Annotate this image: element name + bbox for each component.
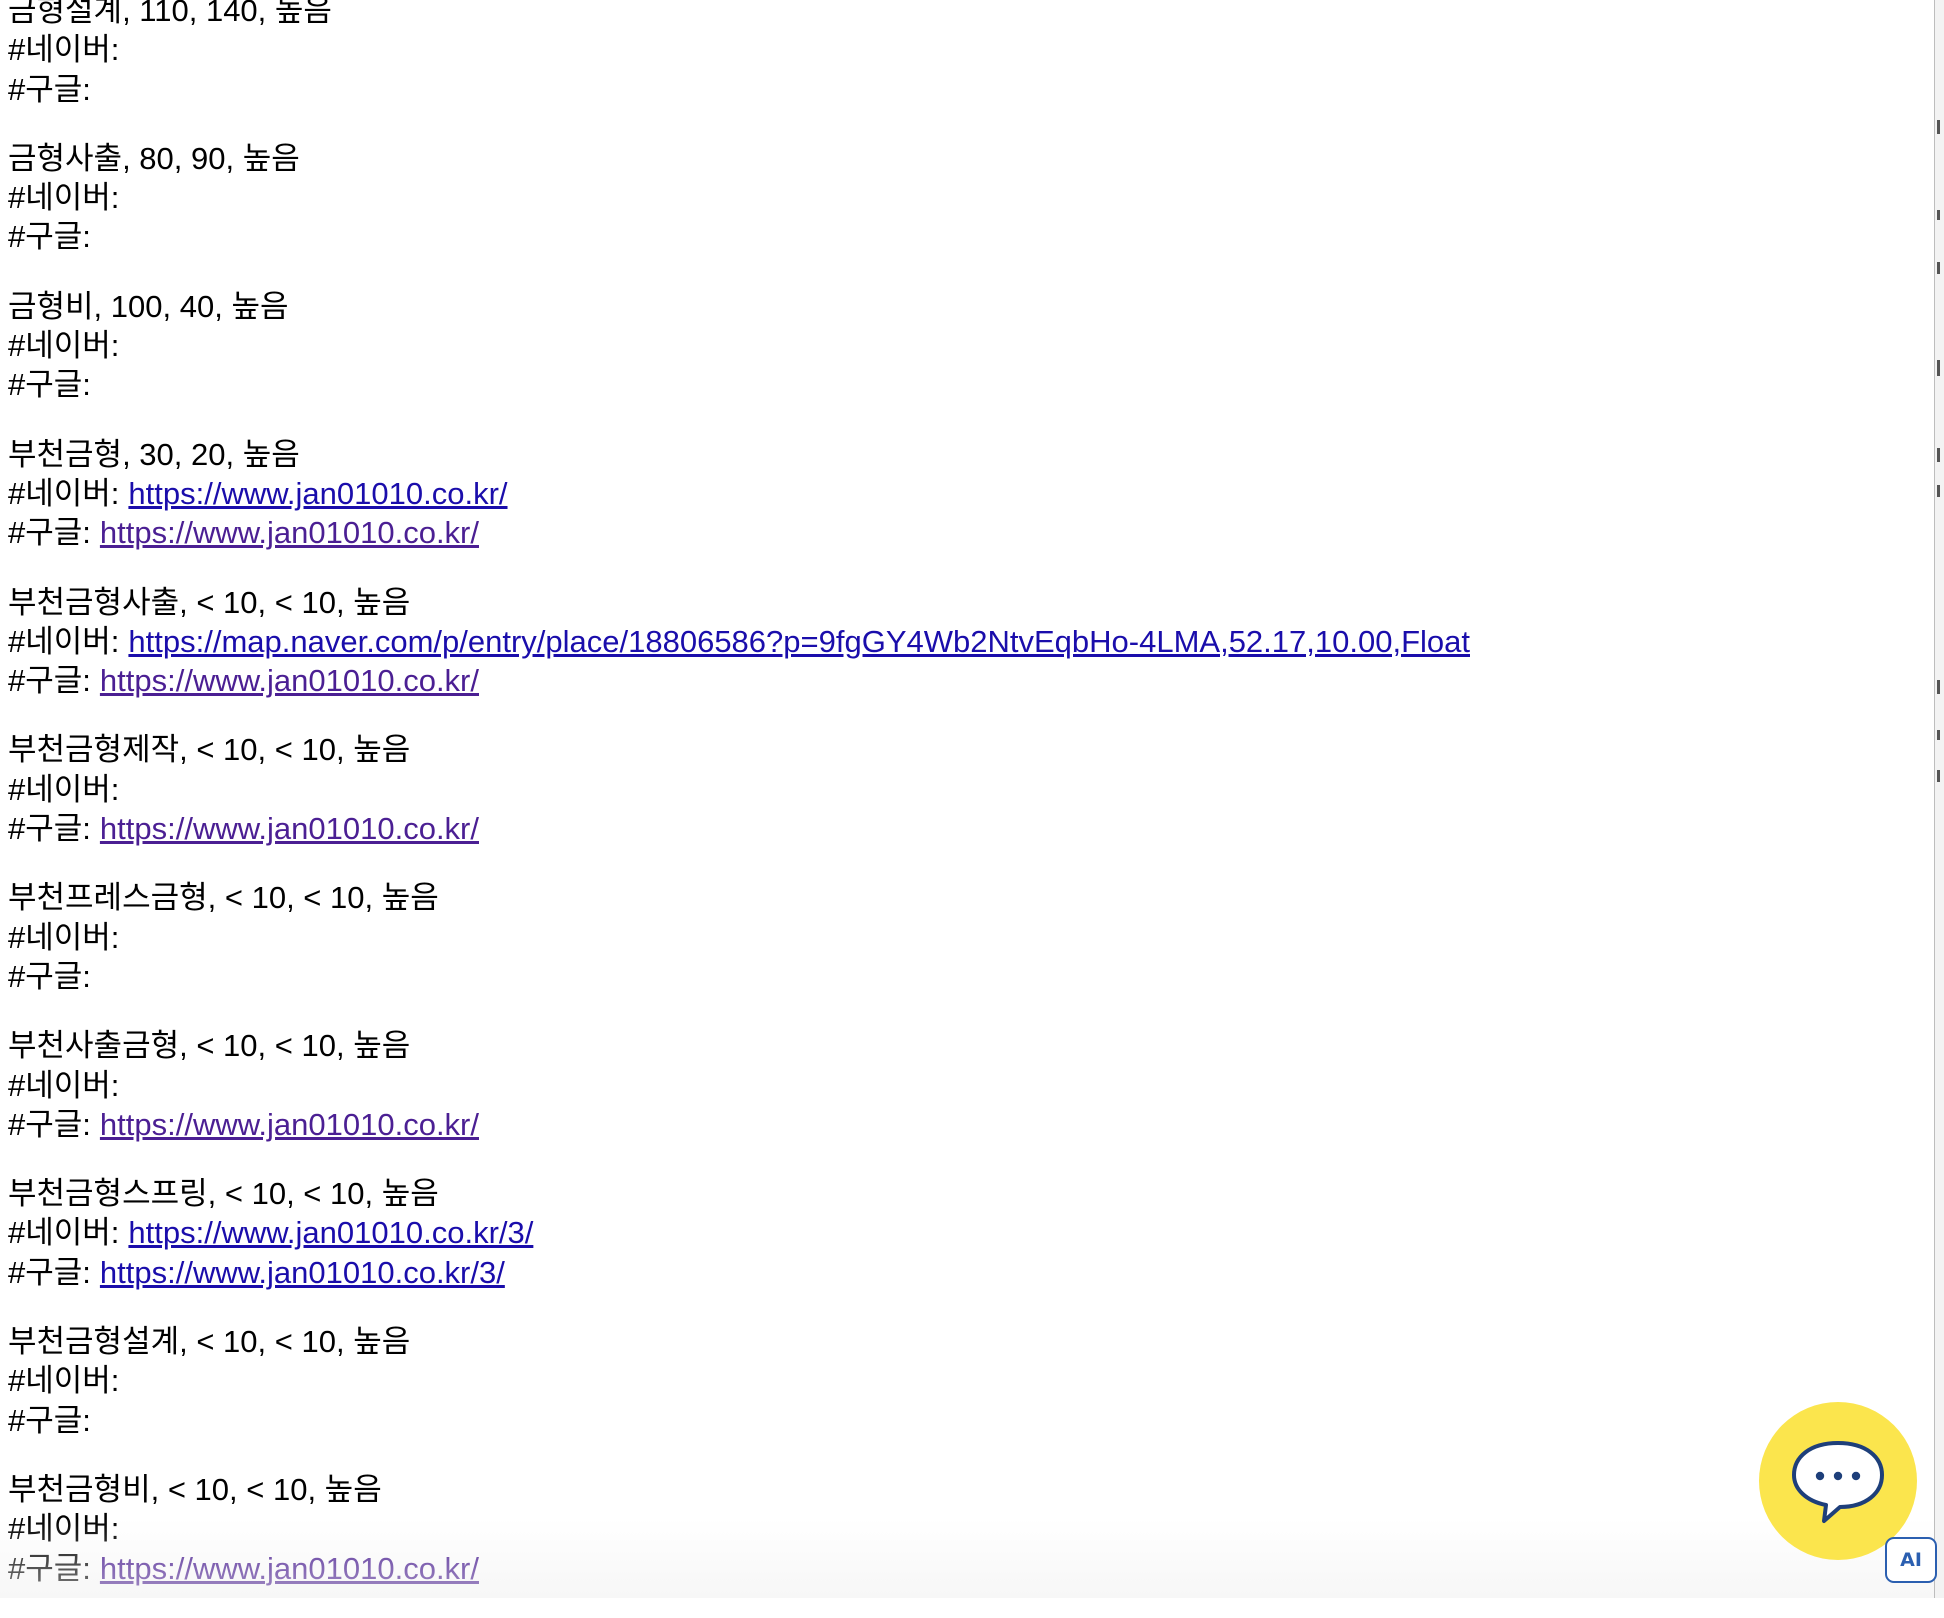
google-label: #구글: (8, 1402, 91, 1438)
keyword-title: 부천금형스프링, < 10, < 10, 높음 (8, 1176, 439, 1212)
keyword-entry: 부천금형제작, < 10, < 10, 높음 #네이버: #구글: https:/… (8, 730, 1928, 848)
google-line: #구글: https://www.jan01010.co.kr/ (8, 1105, 1928, 1144)
google-link[interactable]: https://www.jan01010.co.kr/3/ (100, 1255, 505, 1290)
keyword-title: 부천금형제작, < 10, < 10, 높음 (8, 732, 411, 768)
keyword-title: 금형사출, 80, 90, 높음 (8, 140, 300, 176)
google-label: #구글: (8, 515, 91, 551)
naver-link[interactable]: https://map.naver.com/p/entry/place/1880… (128, 624, 1470, 659)
naver-label: #네이버: (8, 919, 120, 955)
naver-line: #네이버: https://www.jan01010.co.kr/ (8, 474, 1928, 513)
google-label: #구글: (8, 958, 91, 994)
speech-bubble-ellipsis-icon (1792, 1441, 1884, 1523)
document-body: 금형설계, 110, 140, 높음 #네이버: #구글: 금형사출, 80, … (8, 0, 1928, 1618)
google-line: #구글: (8, 1401, 1928, 1440)
google-label: #구글: (8, 71, 91, 107)
google-link[interactable]: https://www.jan01010.co.kr/ (100, 1107, 479, 1142)
keyword-entry: 부천금형사출, < 10, < 10, 높음 #네이버: https://map.… (8, 583, 1928, 701)
google-label: #구글: (8, 663, 91, 699)
naver-label: #네이버: (8, 180, 120, 216)
ai-badge-label: AI (1900, 1549, 1922, 1571)
naver-line: #네이버: (8, 770, 1928, 809)
naver-label: #네이버: (8, 771, 120, 807)
naver-link[interactable]: https://www.jan01010.co.kr/3/ (128, 1215, 533, 1250)
naver-label: #네이버: (8, 32, 120, 68)
naver-label: #네이버: (8, 475, 120, 511)
google-line: #구글: https://www.jan01010.co.kr/ (8, 513, 1928, 552)
keyword-title: 부천사출금형, < 10, < 10, 높음 (8, 1028, 411, 1064)
adjacent-window-edge (1934, 0, 1944, 1598)
google-label: #구글: (8, 219, 91, 255)
google-link[interactable]: https://www.jan01010.co.kr/ (100, 663, 479, 698)
naver-label: #네이버: (8, 1511, 120, 1547)
google-label: #구글: (8, 1254, 91, 1290)
naver-line: #네이버: (8, 326, 1928, 365)
google-line: #구글: https://www.jan01010.co.kr/ (8, 661, 1928, 700)
google-line: #구글: (8, 70, 1928, 109)
naver-line: #네이버: https://map.naver.com/p/entry/place… (8, 622, 1928, 661)
keyword-entry: 금형설계, 110, 140, 높음 #네이버: #구글: (8, 0, 1928, 109)
keyword-entry: 부천금형설계, < 10, < 10, 높음 #네이버: #구글: (8, 1322, 1928, 1440)
naver-line: #네이버: https://www.jan01010.co.kr/3/ (8, 1213, 1928, 1252)
keyword-title: 부천금형설계, < 10, < 10, 높음 (8, 1324, 411, 1360)
keyword-entry: 부천프레스금형, < 10, < 10, 높음 #네이버: #구글: (8, 878, 1928, 996)
keyword-title: 부천금형, 30, 20, 높음 (8, 436, 300, 472)
naver-label: #네이버: (8, 1067, 120, 1103)
keyword-entry: 금형사출, 80, 90, 높음 #네이버: #구글: (8, 139, 1928, 257)
naver-line: #네이버: (8, 1509, 1928, 1548)
google-line: #구글: (8, 217, 1928, 256)
naver-label: #네이버: (8, 1215, 120, 1251)
google-label: #구글: (8, 1550, 91, 1586)
keyword-entry: 부천금형스프링, < 10, < 10, 높음 #네이버: https://www… (8, 1174, 1928, 1292)
google-line: #구글: https://www.jan01010.co.kr/ (8, 809, 1928, 848)
google-link[interactable]: https://www.jan01010.co.kr/ (100, 515, 479, 550)
keyword-entry: 금형비, 100, 40, 높음 #네이버: #구글: (8, 287, 1928, 405)
keyword-title: 부천금형비, < 10, < 10, 높음 (8, 1471, 382, 1507)
keyword-entry: 부천금형비, < 10, < 10, 높음 #네이버: #구글: https://… (8, 1470, 1928, 1588)
keyword-title: 금형비, 100, 40, 높음 (8, 288, 289, 324)
naver-label: #네이버: (8, 1363, 120, 1399)
naver-line: #네이버: (8, 1361, 1928, 1400)
naver-label: #네이버: (8, 328, 120, 364)
naver-label: #네이버: (8, 623, 120, 659)
google-line: #구글: (8, 957, 1928, 996)
naver-line: #네이버: (8, 178, 1928, 217)
keyword-title: 부천프레스금형, < 10, < 10, 높음 (8, 880, 439, 916)
naver-line: #네이버: (8, 918, 1928, 957)
naver-link[interactable]: https://www.jan01010.co.kr/ (128, 476, 507, 511)
naver-line: #네이버: (8, 1066, 1928, 1105)
naver-line: #네이버: (8, 30, 1928, 69)
keyword-entry: 부천금형, 30, 20, 높음 #네이버: https://www.jan010… (8, 435, 1928, 553)
google-label: #구글: (8, 811, 91, 847)
google-label: #구글: (8, 1106, 91, 1142)
google-link[interactable]: https://www.jan01010.co.kr/ (100, 811, 479, 846)
google-line: #구글: https://www.jan01010.co.kr/ (8, 1549, 1928, 1588)
google-label: #구글: (8, 367, 91, 403)
ai-assistant-badge[interactable]: AI (1885, 1537, 1937, 1583)
google-line: #구글: https://www.jan01010.co.kr/3/ (8, 1253, 1928, 1292)
keyword-title: 금형설계, 110, 140, 높음 (8, 0, 332, 28)
google-line: #구글: (8, 365, 1928, 404)
keyword-title: 부천금형사출, < 10, < 10, 높음 (8, 584, 411, 620)
keyword-entry: 부천사출금형, < 10, < 10, 높음 #네이버: #구글: https:/… (8, 1026, 1928, 1144)
google-link[interactable]: https://www.jan01010.co.kr/ (100, 1551, 479, 1586)
